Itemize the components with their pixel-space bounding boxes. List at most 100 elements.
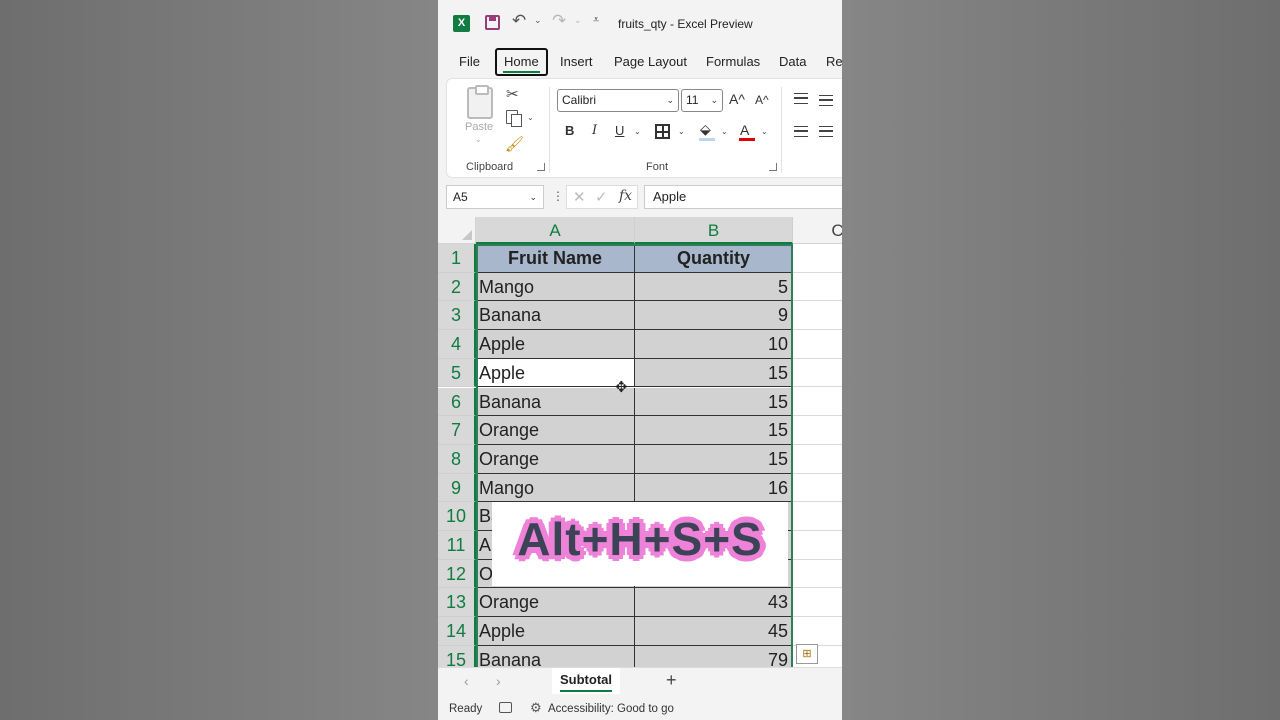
cell-empty[interactable]: [793, 244, 842, 273]
cell-quantity[interactable]: 15: [635, 416, 793, 445]
insert-function-button[interactable]: fx: [619, 188, 632, 204]
macro-record-icon[interactable]: [499, 702, 512, 713]
cell-quantity[interactable]: 10: [635, 330, 793, 359]
row-header[interactable]: 8: [438, 444, 476, 474]
row-header[interactable]: 1: [438, 244, 476, 273]
row-header[interactable]: 10: [438, 502, 476, 531]
copy-dropdown-icon[interactable]: ⌄: [527, 113, 534, 122]
tab-formulas[interactable]: Formulas: [706, 48, 760, 76]
save-icon[interactable]: [485, 15, 500, 30]
font-color-dropdown-icon[interactable]: ⌄: [761, 127, 768, 136]
cancel-icon[interactable]: ✕: [573, 188, 586, 206]
worksheet-grid[interactable]: A B C 1 Fruit Name Quantity 2 Mango 5 3 Banana 9…: [438, 217, 842, 667]
enter-icon[interactable]: ✓: [595, 188, 608, 206]
formula-bar-handle-icon[interactable]: ⋮: [552, 189, 564, 203]
redo-dropdown-icon[interactable]: ⌄: [574, 15, 582, 26]
chevron-right-icon[interactable]: ›: [496, 673, 501, 689]
underline-dropdown-icon[interactable]: ⌄: [634, 127, 641, 136]
row-header[interactable]: 14: [438, 617, 476, 646]
clipboard-launcher-icon[interactable]: [537, 163, 545, 171]
customize-toolbar-icon[interactable]: ⩡: [593, 14, 599, 27]
cell-fruit-name[interactable]: Orange: [476, 588, 635, 618]
quick-analysis-icon[interactable]: ⊞: [796, 644, 818, 664]
tab-review[interactable]: Re: [826, 48, 842, 76]
cell-empty[interactable]: [793, 473, 842, 503]
decrease-font-icon[interactable]: A^: [755, 93, 769, 107]
select-all-button[interactable]: [438, 217, 476, 244]
row-header[interactable]: 4: [438, 330, 476, 359]
cell-quantity[interactable]: 16: [635, 473, 793, 503]
row-header[interactable]: 5: [438, 358, 476, 388]
cell-quantity[interactable]: 43: [635, 588, 793, 618]
cell-empty[interactable]: [793, 272, 842, 302]
cell-fruit-name[interactable]: Mango: [476, 272, 635, 302]
cell-empty[interactable]: [793, 502, 842, 531]
column-header-a[interactable]: A: [476, 217, 635, 244]
redo-icon[interactable]: ↷: [552, 11, 566, 31]
cell-fruit-name[interactable]: Mango: [476, 473, 635, 503]
cell-fruit-name[interactable]: Banana: [476, 387, 635, 417]
copy-icon[interactable]: [506, 110, 522, 127]
row-header[interactable]: 7: [438, 416, 476, 445]
row-header[interactable]: 13: [438, 588, 476, 618]
increase-font-icon[interactable]: A^: [729, 91, 745, 107]
name-box[interactable]: A5 ⌄: [446, 185, 544, 209]
row-header[interactable]: 2: [438, 272, 476, 302]
column-header-c[interactable]: C: [793, 217, 842, 244]
row-header[interactable]: 15: [438, 645, 476, 667]
cell-empty[interactable]: [793, 559, 842, 589]
fill-color-icon[interactable]: ⬙: [700, 121, 711, 138]
tab-data[interactable]: Data: [779, 48, 806, 76]
row-header[interactable]: 11: [438, 531, 476, 560]
cell-fruit-name[interactable]: Banana: [476, 301, 635, 331]
cell-empty[interactable]: [793, 531, 842, 560]
row-header[interactable]: 6: [438, 387, 476, 417]
cell-quantity[interactable]: 15: [635, 444, 793, 474]
header-cell[interactable]: Quantity: [635, 244, 793, 273]
undo-dropdown-icon[interactable]: ⌄: [534, 15, 542, 26]
align-center-icon[interactable]: [819, 126, 833, 137]
font-size-select[interactable]: 11 ⌄: [681, 89, 723, 112]
font-launcher-icon[interactable]: [769, 163, 777, 171]
cell-quantity[interactable]: 45: [635, 617, 793, 646]
undo-icon[interactable]: ↶: [512, 11, 526, 31]
cell-empty[interactable]: [793, 416, 842, 445]
font-name-select[interactable]: Calibri ⌄: [557, 89, 679, 112]
borders-icon[interactable]: [655, 124, 670, 139]
column-header-b[interactable]: B: [635, 217, 793, 244]
cell-empty[interactable]: [793, 330, 842, 359]
bold-button[interactable]: B: [565, 123, 574, 138]
tab-page-layout[interactable]: Page Layout: [614, 48, 687, 76]
align-left-icon[interactable]: [794, 126, 808, 137]
row-header[interactable]: 12: [438, 559, 476, 589]
cell-fruit-name[interactable]: Banana: [476, 645, 635, 667]
accessibility-icon[interactable]: ⚙: [530, 700, 542, 716]
add-sheet-button[interactable]: +: [666, 670, 677, 691]
fill-dropdown-icon[interactable]: ⌄: [721, 127, 728, 136]
tab-file[interactable]: File: [459, 48, 480, 76]
cell-fruit-name[interactable]: Orange: [476, 416, 635, 445]
cell-fruit-name[interactable]: Apple: [476, 358, 635, 388]
tab-insert[interactable]: Insert: [560, 48, 593, 76]
align-top-icon[interactable]: [794, 93, 808, 104]
borders-dropdown-icon[interactable]: ⌄: [678, 127, 685, 136]
cell-quantity[interactable]: 15: [635, 387, 793, 417]
paste-label[interactable]: Paste: [465, 121, 493, 133]
tab-home[interactable]: Home: [495, 48, 548, 76]
chevron-left-icon[interactable]: ‹: [464, 673, 469, 689]
font-color-icon[interactable]: A: [740, 122, 749, 138]
italic-button[interactable]: I: [592, 123, 597, 138]
cell-empty[interactable]: [793, 444, 842, 474]
sheet-tab-subtotal[interactable]: Subtotal: [552, 668, 620, 694]
cell-empty[interactable]: [793, 588, 842, 618]
align-middle-icon[interactable]: [819, 95, 833, 106]
paste-dropdown-icon[interactable]: ⌄: [475, 135, 482, 144]
cell-fruit-name[interactable]: Orange: [476, 444, 635, 474]
cell-quantity[interactable]: 5: [635, 272, 793, 302]
underline-button[interactable]: U: [615, 123, 624, 138]
formula-input[interactable]: Apple: [644, 185, 842, 209]
cell-quantity[interactable]: 9: [635, 301, 793, 331]
accessibility-status[interactable]: Accessibility: Good to go: [548, 703, 674, 715]
row-header[interactable]: 3: [438, 301, 476, 331]
paste-icon[interactable]: [467, 85, 493, 119]
